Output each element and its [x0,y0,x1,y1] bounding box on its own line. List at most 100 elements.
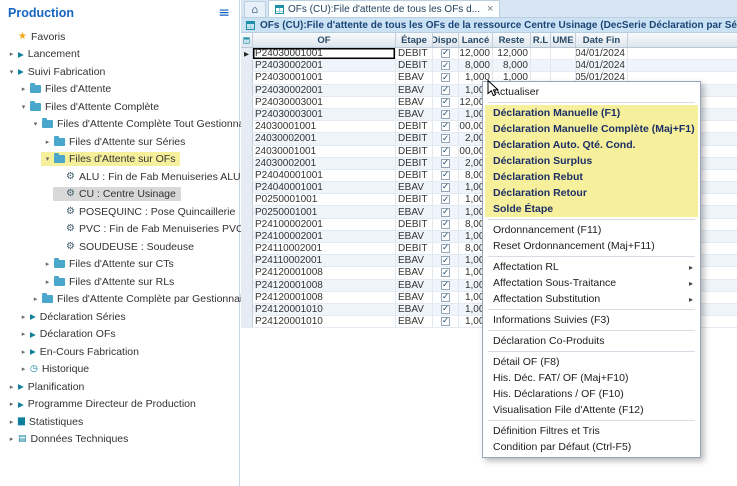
row-selector-cell[interactable] [241,304,253,315]
etape-cell[interactable]: EBAV [396,206,433,217]
dispo-checkbox[interactable]: ✓ [441,110,450,119]
context-menu-item[interactable]: Déclaration Retour [485,185,698,201]
rl-cell[interactable] [531,60,551,71]
context-menu-item[interactable]: Affectation Sous-Traitance▸ [485,275,698,291]
row-selector-cell[interactable] [241,170,253,181]
etape-cell[interactable]: DEBIT [396,170,433,181]
dispo-cell[interactable]: ✓ [433,206,459,217]
sidebar-item[interactable]: ⚙SOUDEUSE : Soudeuse [0,238,239,256]
etape-cell[interactable]: EBAV [396,97,433,108]
sidebar-item[interactable]: ▾Files d'Attente sur OFs [0,151,239,169]
context-menu-item[interactable]: Solde Étape [485,201,698,217]
dispo-cell[interactable]: ✓ [433,267,459,278]
sidebar-item[interactable]: ▸▶Déclaration Séries [0,308,239,326]
chevron-right-icon[interactable]: ▸ [18,365,29,373]
of-cell[interactable]: 24030002001 [253,158,396,169]
dispo-cell[interactable]: ✓ [433,316,459,327]
etape-cell[interactable]: DEBIT [396,194,433,205]
dispo-cell[interactable]: ✓ [433,292,459,303]
dispo-checkbox[interactable]: ✓ [441,195,450,204]
chevron-right-icon[interactable]: ▸ [6,50,17,58]
dispo-cell[interactable]: ✓ [433,97,459,108]
dispo-checkbox[interactable]: ✓ [441,317,450,326]
row-selector-header[interactable] [241,33,253,47]
dispo-cell[interactable]: ✓ [433,60,459,71]
dispo-cell[interactable]: ✓ [433,85,459,96]
context-menu-item[interactable]: Ordonnancement (F11) [485,222,698,238]
row-selector-cell[interactable] [241,231,253,242]
dispo-checkbox[interactable]: ✓ [441,268,450,277]
dispo-cell[interactable]: ✓ [433,182,459,193]
dispo-checkbox[interactable]: ✓ [441,293,450,302]
of-cell[interactable]: P24040001001 [253,170,396,181]
sidebar-item[interactable]: ⚙PVC : Fin de Fab Menuiseries PVC [0,221,239,239]
context-menu-item[interactable]: His. Déclarations / OF (F10) [485,386,698,402]
of-cell[interactable]: P24100002001 [253,231,396,242]
of-cell[interactable]: P24120001008 [253,292,396,303]
dispo-checkbox[interactable]: ✓ [441,244,450,253]
row-selector-cell[interactable] [241,219,253,230]
dispo-cell[interactable]: ✓ [433,194,459,205]
row-selector-cell[interactable] [241,97,253,108]
dispo-cell[interactable]: ✓ [433,255,459,266]
of-cell[interactable]: P24110002001 [253,243,396,254]
row-selector-cell[interactable] [241,280,253,291]
sidebar-item[interactable]: ▸◷Historique [0,361,239,379]
chevron-right-icon[interactable]: ▸ [42,260,53,268]
chevron-right-icon[interactable]: ▸ [18,330,29,338]
context-menu-item[interactable]: Déclaration Auto. Qté. Cond. [485,137,698,153]
context-menu-item[interactable]: Actualiser [485,84,698,100]
sidebar-item[interactable]: ▸▶Programme Directeur de Production [0,396,239,414]
column-header[interactable]: Lancé [459,33,493,47]
context-menu-item[interactable]: Déclaration Manuelle Complète (Maj+F1) [485,121,698,137]
row-selector-cell[interactable] [241,243,253,254]
row-selector-cell[interactable] [241,146,253,157]
dispo-cell[interactable]: ✓ [433,304,459,315]
date-fin-cell[interactable]: 04/01/2024 [576,60,628,71]
chevron-right-icon[interactable]: ▸ [42,278,53,286]
sidebar-item[interactable]: ⚙ALU : Fin de Fab Menuiseries ALU [0,168,239,186]
etape-cell[interactable]: EBAV [396,231,433,242]
context-menu-item[interactable]: Déclaration Co-Produits [485,333,698,349]
sidebar-item[interactable]: ▸▶En-Cours Fabrication [0,343,239,361]
dispo-checkbox[interactable]: ✓ [441,49,450,58]
of-cell[interactable]: P0250001001 [253,206,396,217]
of-cell[interactable]: 24030002001 [253,133,396,144]
row-selector-cell[interactable] [241,60,253,71]
etape-cell[interactable]: DEBIT [396,158,433,169]
table-row[interactable]: P24030002001DEBIT✓8,0008,00004/01/2024 [241,60,737,72]
row-selector-cell[interactable] [241,85,253,96]
row-selector-cell[interactable] [241,121,253,132]
chevron-right-icon[interactable]: ▸ [6,418,17,426]
of-cell[interactable]: P24110002001 [253,255,396,266]
sidebar-item[interactable]: ⚙POSEQUINC : Pose Quincaillerie [0,203,239,221]
rl-cell[interactable] [531,48,551,59]
dispo-cell[interactable]: ✓ [433,231,459,242]
column-header[interactable]: Date Fin [576,33,628,47]
etape-cell[interactable]: EBAV [396,280,433,291]
context-menu-item[interactable]: Condition par Défaut (Ctrl-F5) [485,439,698,455]
dispo-cell[interactable]: ✓ [433,109,459,120]
etape-cell[interactable]: DEBIT [396,133,433,144]
sidebar-item[interactable]: ★Favoris [0,28,239,46]
column-header[interactable]: R.L [531,33,551,47]
sidebar-item[interactable]: ▸Files d'Attente [0,81,239,99]
row-selector-cell[interactable] [241,109,253,120]
hamburger-menu-icon[interactable]: ≡ [218,6,230,20]
dispo-checkbox[interactable]: ✓ [441,73,450,82]
etape-cell[interactable]: EBAV [396,182,433,193]
dispo-checkbox[interactable]: ✓ [441,256,450,265]
chevron-right-icon[interactable]: ▸ [6,435,17,443]
dispo-cell[interactable]: ✓ [433,170,459,181]
dispo-checkbox[interactable]: ✓ [441,232,450,241]
context-menu-item[interactable]: Visualisation File d'Attente (F12) [485,402,698,418]
sidebar-item[interactable]: ▸▶Lancement [0,46,239,64]
of-cell[interactable]: P24040001001 [253,182,396,193]
column-header[interactable]: Étape [396,33,433,47]
row-selector-cell[interactable] [241,316,253,327]
sidebar-item[interactable]: ▸▤Données Techniques [0,431,239,449]
row-selector-cell[interactable] [241,133,253,144]
context-menu-item[interactable]: Déclaration Manuelle (F1) [485,105,698,121]
etape-cell[interactable]: DEBIT [396,60,433,71]
etape-cell[interactable]: EBAV [396,292,433,303]
